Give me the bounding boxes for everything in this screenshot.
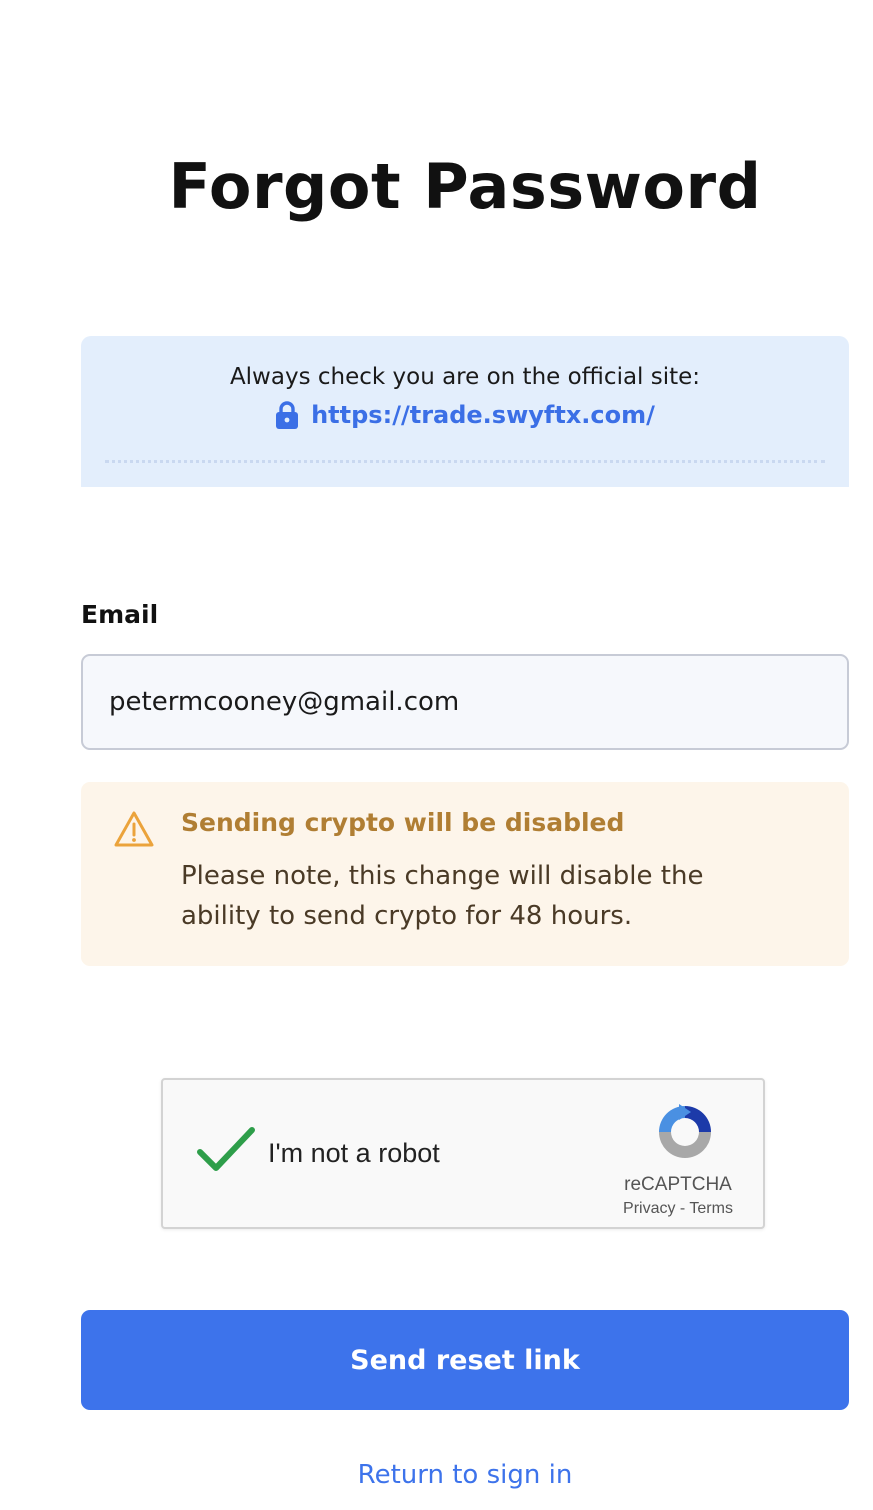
notice-url-row: https://trade.swyftx.com/	[81, 400, 849, 430]
recaptcha-logo-icon	[653, 1100, 717, 1164]
checkmark-icon[interactable]	[196, 1124, 256, 1174]
email-field[interactable]	[81, 654, 849, 750]
terms-link[interactable]: Terms	[689, 1200, 733, 1217]
recaptcha-widget: I'm not a robot reCAPTCHA Privacy - Term…	[161, 1078, 765, 1229]
warning-body: Please note, this change will disable th…	[181, 861, 704, 931]
return-to-sign-in-link[interactable]: Return to sign in	[0, 1460, 873, 1490]
send-reset-link-button[interactable]: Send reset link	[81, 1310, 849, 1410]
captcha-label: I'm not a robot	[268, 1138, 440, 1168]
warning-icon	[113, 810, 155, 848]
notice-text: Always check you are on the official sit…	[229, 364, 701, 390]
privacy-link[interactable]: Privacy	[623, 1200, 675, 1217]
recaptcha-brand: reCAPTCHA	[624, 1174, 732, 1195]
notice-divider	[105, 460, 825, 463]
links-separator: -	[679, 1200, 686, 1217]
recaptcha-links: Privacy - Terms	[603, 1200, 753, 1218]
warning-title: Sending crypto will be disabled	[181, 808, 625, 837]
lock-icon	[275, 400, 299, 430]
official-site-link[interactable]: https://trade.swyftx.com/	[311, 401, 655, 429]
warning-banner: Sending crypto will be disabled Please n…	[81, 782, 849, 966]
official-site-notice: Always check you are on the official sit…	[81, 336, 849, 487]
page-title: Forgot Password	[168, 150, 762, 223]
email-label: Email	[81, 600, 159, 629]
